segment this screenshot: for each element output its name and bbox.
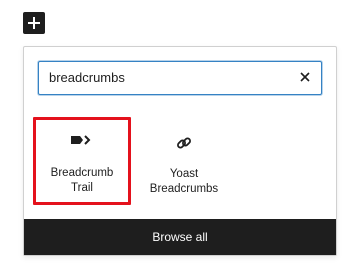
add-block-button[interactable] xyxy=(23,12,45,34)
search-input[interactable] xyxy=(49,62,289,93)
close-icon xyxy=(300,72,310,82)
block-label: Yoast Breadcrumbs xyxy=(149,168,219,195)
block-yoast-breadcrumbs[interactable]: Yoast Breadcrumbs xyxy=(135,120,233,208)
block-inserter-panel: Breadcrumb Trail Yoast Breadcrumbs Brows… xyxy=(23,46,337,256)
search-box xyxy=(38,61,322,95)
plus-icon xyxy=(28,17,40,29)
block-label: Breadcrumb Trail xyxy=(50,167,114,194)
clear-search-button[interactable] xyxy=(297,69,313,85)
browse-all-button[interactable]: Browse all xyxy=(24,219,336,255)
block-breadcrumb-trail[interactable]: Breadcrumb Trail xyxy=(33,117,131,205)
breadcrumb-arrow-icon xyxy=(36,134,128,146)
link-icon xyxy=(135,134,233,152)
